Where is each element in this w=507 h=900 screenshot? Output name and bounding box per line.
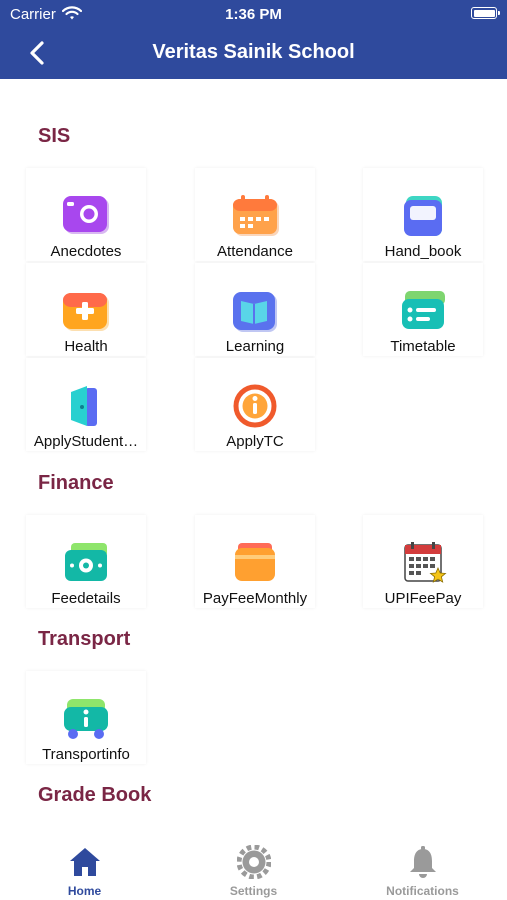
gear-icon — [236, 845, 271, 879]
info-icon — [233, 384, 277, 428]
tile-label: Anecdotes — [50, 243, 122, 260]
calendar-star-icon — [404, 542, 447, 583]
page-title: Veritas Sainik School — [152, 41, 355, 63]
tab-settings[interactable]: Settings — [169, 821, 338, 900]
status-bar: Carrier 1:36 PM — [0, 0, 507, 28]
menu-scroll-area[interactable]: SIS Anecdotes Attendance Hand_book Healt… — [0, 79, 507, 821]
tab-bar: Home Settings Notifications — [0, 821, 507, 900]
section-title-finance: Finance — [38, 472, 114, 494]
battery-icon — [471, 7, 500, 19]
health-kit-icon — [63, 293, 109, 331]
bus-info-icon — [64, 699, 108, 739]
tile-label: UPIFeePay — [384, 590, 462, 607]
tile-label: Timetable — [390, 338, 456, 355]
tile-label: Feedetails — [51, 590, 121, 607]
cash-icon — [65, 543, 107, 581]
tab-notifications[interactable]: Notifications — [338, 821, 507, 900]
tile-apply-tc[interactable]: ApplyTC — [195, 358, 315, 451]
tab-home[interactable]: Home — [0, 821, 169, 900]
tile-upi-fee-pay[interactable]: UPIFeePay — [363, 515, 483, 608]
tile-timetable[interactable]: Timetable — [363, 263, 483, 356]
tile-learning[interactable]: Learning — [195, 263, 315, 356]
tile-label: ApplyStudent… — [33, 433, 139, 450]
tab-label: Notifications — [386, 884, 459, 898]
tab-label: Settings — [229, 884, 278, 898]
tile-label: Learning — [225, 338, 285, 355]
clock: 1:36 PM — [225, 6, 282, 23]
tile-feedetails[interactable]: Feedetails — [26, 515, 146, 608]
tile-label: Hand_book — [384, 243, 462, 260]
tile-label: Health — [64, 338, 108, 355]
nav-bar: Veritas Sainik School — [0, 28, 507, 79]
tile-anecdotes[interactable]: Anecdotes — [26, 168, 146, 261]
tile-attendance[interactable]: Attendance — [195, 168, 315, 261]
door-icon — [71, 386, 97, 426]
tile-label: Attendance — [217, 243, 293, 260]
home-icon — [69, 848, 100, 876]
section-title-sis: SIS — [38, 125, 71, 147]
tile-apply-student[interactable]: ApplyStudent… — [26, 358, 146, 451]
tab-label: Home — [67, 884, 102, 898]
tile-hand-book[interactable]: Hand_book — [363, 168, 483, 261]
calendar-icon — [233, 195, 279, 236]
tile-pay-fee-monthly[interactable]: PayFeeMonthly — [195, 515, 315, 608]
tile-label: ApplyTC — [226, 433, 284, 450]
handbook-icon — [404, 196, 442, 236]
camera-icon — [63, 196, 109, 234]
card-icon — [235, 543, 275, 581]
tile-label: Transportinfo — [42, 746, 130, 763]
tile-health[interactable]: Health — [26, 263, 146, 356]
tile-label: PayFeeMonthly — [202, 590, 308, 607]
timetable-icon — [402, 291, 445, 329]
section-title-transport: Transport — [38, 628, 131, 650]
section-title-grade-book: Grade Book — [38, 784, 152, 806]
bell-icon — [409, 846, 436, 878]
tile-transportinfo[interactable]: Transportinfo — [26, 671, 146, 764]
open-book-icon — [233, 292, 277, 332]
